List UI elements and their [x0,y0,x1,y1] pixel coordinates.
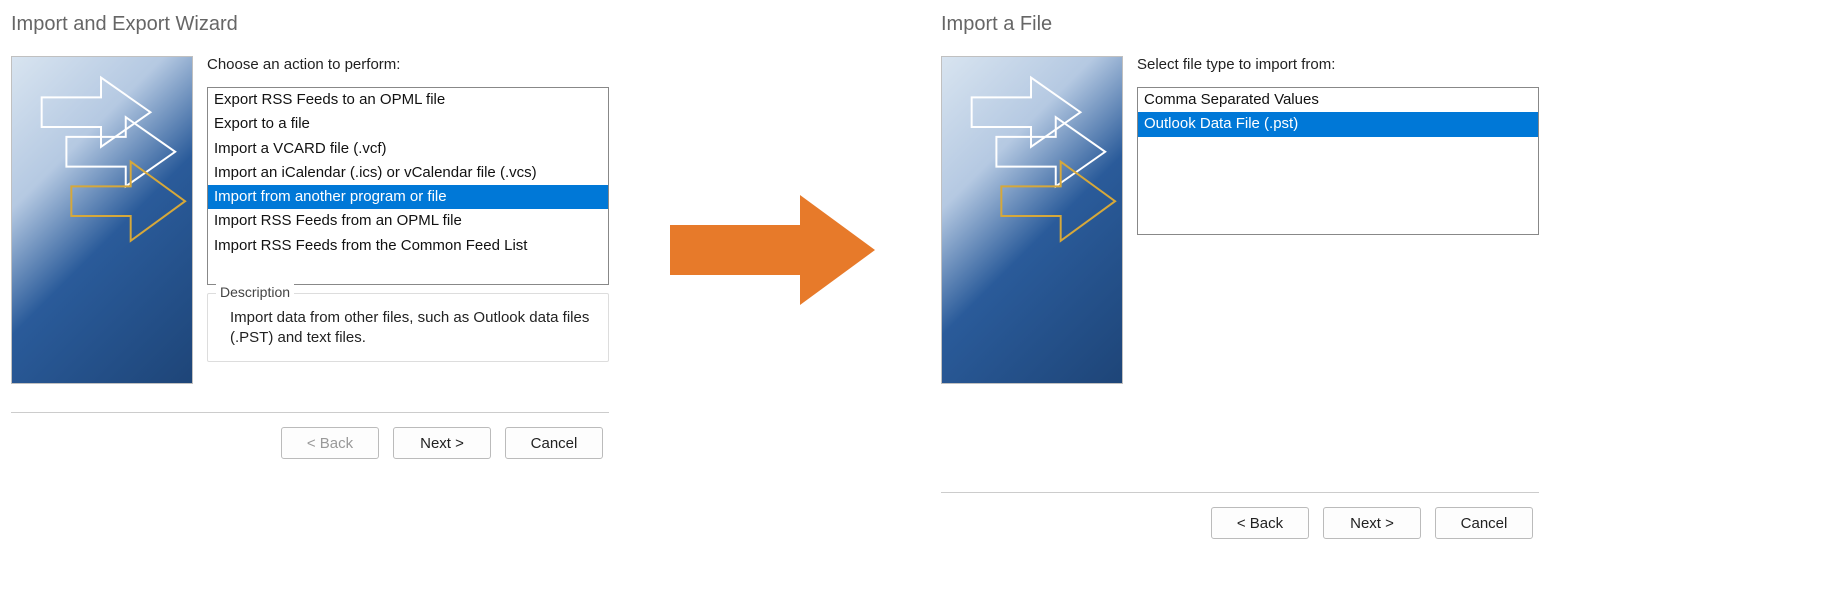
action-list-item[interactable]: Export to a file [208,112,608,136]
action-list-item[interactable]: Export RSS Feeds to an OPML file [208,88,608,112]
action-list-item[interactable]: Import RSS Feeds from an OPML file [208,209,608,233]
prompt-label: Choose an action to perform: [207,56,609,73]
content-column: Select file type to import from: Comma S… [1137,56,1539,384]
action-listbox[interactable]: Export RSS Feeds to an OPML fileExport t… [207,87,609,285]
next-button[interactable]: Next > [1323,507,1421,539]
action-list-item[interactable]: Import an iCalendar (.ics) or vCalendar … [208,161,608,185]
action-list-item[interactable]: Import a VCARD file (.vcf) [208,137,608,161]
cancel-button[interactable]: Cancel [1435,507,1533,539]
dialog-body: Choose an action to perform: Export RSS … [1,56,619,384]
wizard-illustration [941,56,1123,384]
arrows-graphic-icon [942,57,1122,383]
description-label: Description [216,284,294,300]
prompt-label: Select file type to import from: [1137,56,1539,73]
wizard-dialog-step2: Import a File Select file type to import… [930,0,1550,540]
action-list-item[interactable]: Import from another program or file [208,185,608,209]
dialog-title: Import a File [931,1,1549,56]
description-text: Import data from other files, such as Ou… [220,300,596,351]
button-row: < Back Next > Cancel [931,493,1549,539]
arrows-graphic-icon [12,57,192,383]
wizard-illustration [11,56,193,384]
next-button[interactable]: Next > [393,427,491,459]
filetype-list-item[interactable]: Comma Separated Values [1138,88,1538,112]
content-column: Choose an action to perform: Export RSS … [207,56,609,384]
action-list-item[interactable]: Import RSS Feeds from the Common Feed Li… [208,234,608,258]
button-row: < Back Next > Cancel [1,413,619,459]
back-button[interactable]: < Back [281,427,379,459]
wizard-dialog-step1: Import and Export Wizard Choose an actio… [0,0,620,540]
back-button[interactable]: < Back [1211,507,1309,539]
dialog-body: Select file type to import from: Comma S… [931,56,1549,384]
filetype-list-item[interactable]: Outlook Data File (.pst) [1138,112,1538,136]
description-group: Description Import data from other files… [207,293,609,362]
filetype-listbox[interactable]: Comma Separated ValuesOutlook Data File … [1137,87,1539,235]
dialog-title: Import and Export Wizard [1,1,619,56]
transition-arrow-icon [660,190,880,310]
cancel-button[interactable]: Cancel [505,427,603,459]
